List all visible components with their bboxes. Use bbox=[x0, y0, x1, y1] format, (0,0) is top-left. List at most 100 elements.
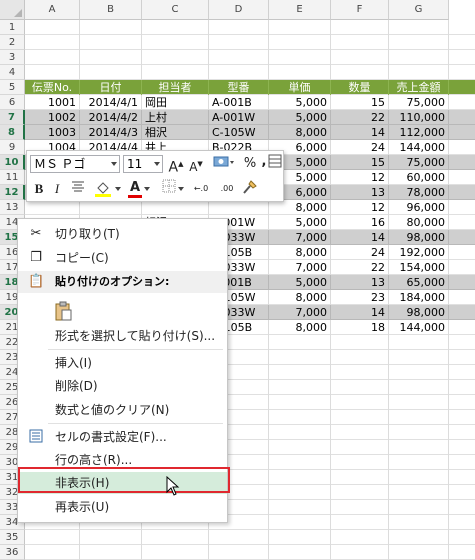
table-cell[interactable]: 24 bbox=[331, 140, 389, 155]
table-cell[interactable]: 7,000 bbox=[269, 305, 331, 320]
table-cell[interactable] bbox=[25, 545, 80, 560]
menu-item-delete[interactable]: 削除(D) bbox=[18, 375, 227, 397]
table-cell[interactable]: 22 bbox=[331, 110, 389, 125]
table-cell[interactable]: 75,000 bbox=[389, 95, 449, 110]
format-painter-button[interactable] bbox=[241, 179, 259, 199]
row-header[interactable]: 1 bbox=[0, 20, 25, 35]
column-header[interactable]: G bbox=[389, 0, 449, 20]
accounting-format-button[interactable] bbox=[209, 154, 237, 174]
table-cell[interactable] bbox=[389, 500, 449, 515]
decrease-decimal-button[interactable]: .00 bbox=[216, 179, 238, 199]
table-cell[interactable]: 8,000 bbox=[269, 320, 331, 335]
table-cell[interactable] bbox=[142, 200, 209, 215]
table-cell[interactable] bbox=[269, 350, 331, 365]
table-cell[interactable] bbox=[331, 65, 389, 80]
table-cell[interactable]: 184,000 bbox=[389, 290, 449, 305]
table-cell[interactable] bbox=[331, 440, 389, 455]
table-cell[interactable]: 192,000 bbox=[389, 245, 449, 260]
table-cell[interactable]: 2014/4/2 bbox=[80, 110, 142, 125]
table-cell[interactable] bbox=[269, 20, 331, 35]
percent-button[interactable]: % bbox=[242, 154, 258, 174]
table-cell[interactable] bbox=[331, 500, 389, 515]
row-header[interactable]: 2 bbox=[0, 35, 25, 50]
font-name-select[interactable]: ＭＳ Ｐゴ bbox=[30, 155, 120, 173]
table-cell[interactable]: 144,000 bbox=[389, 140, 449, 155]
table-cell[interactable]: 78,000 bbox=[389, 185, 449, 200]
table-cell[interactable] bbox=[269, 335, 331, 350]
table-cell[interactable] bbox=[389, 65, 449, 80]
row-header[interactable]: 11 bbox=[0, 170, 25, 185]
table-cell[interactable] bbox=[331, 20, 389, 35]
table-cell[interactable]: 144,000 bbox=[389, 320, 449, 335]
row-header[interactable]: 13 bbox=[0, 200, 25, 215]
column-header[interactable]: D bbox=[209, 0, 269, 20]
table-cell[interactable] bbox=[269, 365, 331, 380]
table-cell[interactable] bbox=[25, 65, 80, 80]
table-cell[interactable]: 12 bbox=[331, 200, 389, 215]
table-cell[interactable] bbox=[331, 455, 389, 470]
table-cell[interactable]: 98,000 bbox=[389, 230, 449, 245]
table-cell[interactable] bbox=[331, 410, 389, 425]
table-cell[interactable] bbox=[331, 395, 389, 410]
table-cell[interactable]: 96,000 bbox=[389, 200, 449, 215]
table-cell[interactable]: 110,000 bbox=[389, 110, 449, 125]
table-cell[interactable]: 14 bbox=[331, 125, 389, 140]
table-cell[interactable] bbox=[331, 545, 389, 560]
table-cell[interactable]: 80,000 bbox=[389, 215, 449, 230]
menu-item-paste-special[interactable]: 形式を選択して貼り付け(S)... bbox=[18, 325, 227, 347]
table-cell[interactable] bbox=[389, 395, 449, 410]
table-cell[interactable]: 売上金額 bbox=[389, 80, 449, 95]
paste-option-button[interactable] bbox=[18, 297, 227, 323]
table-cell[interactable]: 5,000 bbox=[269, 95, 331, 110]
column-header[interactable]: E bbox=[269, 0, 331, 20]
italic-button[interactable]: I bbox=[49, 179, 65, 199]
table-cell[interactable] bbox=[142, 530, 209, 545]
table-cell[interactable] bbox=[80, 20, 142, 35]
table-cell[interactable] bbox=[209, 50, 269, 65]
table-cell[interactable]: 12 bbox=[331, 170, 389, 185]
table-cell[interactable] bbox=[80, 200, 142, 215]
table-cell[interactable]: 型番 bbox=[209, 80, 269, 95]
table-cell[interactable] bbox=[80, 530, 142, 545]
row-header[interactable]: 12 bbox=[0, 185, 25, 200]
menu-item-unhide[interactable]: 再表示(U) bbox=[18, 496, 227, 518]
row-header[interactable]: 35 bbox=[0, 530, 25, 545]
menu-item-cut[interactable]: ✂ 切り取り(T) bbox=[18, 223, 227, 245]
shrink-font-button[interactable]: A▼ bbox=[188, 154, 204, 174]
table-cell[interactable] bbox=[269, 50, 331, 65]
table-cell[interactable] bbox=[389, 530, 449, 545]
table-cell[interactable]: 7,000 bbox=[269, 230, 331, 245]
table-cell[interactable] bbox=[389, 545, 449, 560]
table-cell[interactable]: 5,000 bbox=[269, 215, 331, 230]
table-cell[interactable] bbox=[389, 50, 449, 65]
table-cell[interactable] bbox=[389, 20, 449, 35]
table-cell[interactable]: 98,000 bbox=[389, 305, 449, 320]
table-cell[interactable]: 伝票No. bbox=[25, 80, 80, 95]
table-cell[interactable]: 23 bbox=[331, 290, 389, 305]
table-cell[interactable]: 5,000 bbox=[269, 275, 331, 290]
table-cell[interactable] bbox=[269, 395, 331, 410]
table-cell[interactable] bbox=[209, 65, 269, 80]
table-cell[interactable] bbox=[331, 530, 389, 545]
row-header[interactable]: 36 bbox=[0, 545, 25, 560]
column-header[interactable]: C bbox=[142, 0, 209, 20]
table-cell[interactable] bbox=[25, 20, 80, 35]
table-cell[interactable]: 15 bbox=[331, 155, 389, 170]
table-cell[interactable] bbox=[80, 35, 142, 50]
table-cell[interactable] bbox=[142, 35, 209, 50]
table-cell[interactable]: 8,000 bbox=[269, 200, 331, 215]
table-cell[interactable] bbox=[142, 20, 209, 35]
fill-color-button[interactable] bbox=[93, 179, 115, 199]
table-cell[interactable]: 担当者 bbox=[142, 80, 209, 95]
table-cell[interactable] bbox=[80, 65, 142, 80]
row-header[interactable]: 4 bbox=[0, 65, 25, 80]
table-cell[interactable]: 13 bbox=[331, 185, 389, 200]
table-cell[interactable]: 単価 bbox=[269, 80, 331, 95]
table-cell[interactable] bbox=[269, 545, 331, 560]
table-cell[interactable] bbox=[142, 545, 209, 560]
font-color-dropdown[interactable] bbox=[144, 181, 150, 201]
table-cell[interactable]: 13 bbox=[331, 275, 389, 290]
font-size-select[interactable]: 11 bbox=[123, 155, 163, 173]
menu-item-insert[interactable]: 挿入(I) bbox=[18, 352, 227, 374]
row-header[interactable]: 8 bbox=[0, 125, 25, 140]
